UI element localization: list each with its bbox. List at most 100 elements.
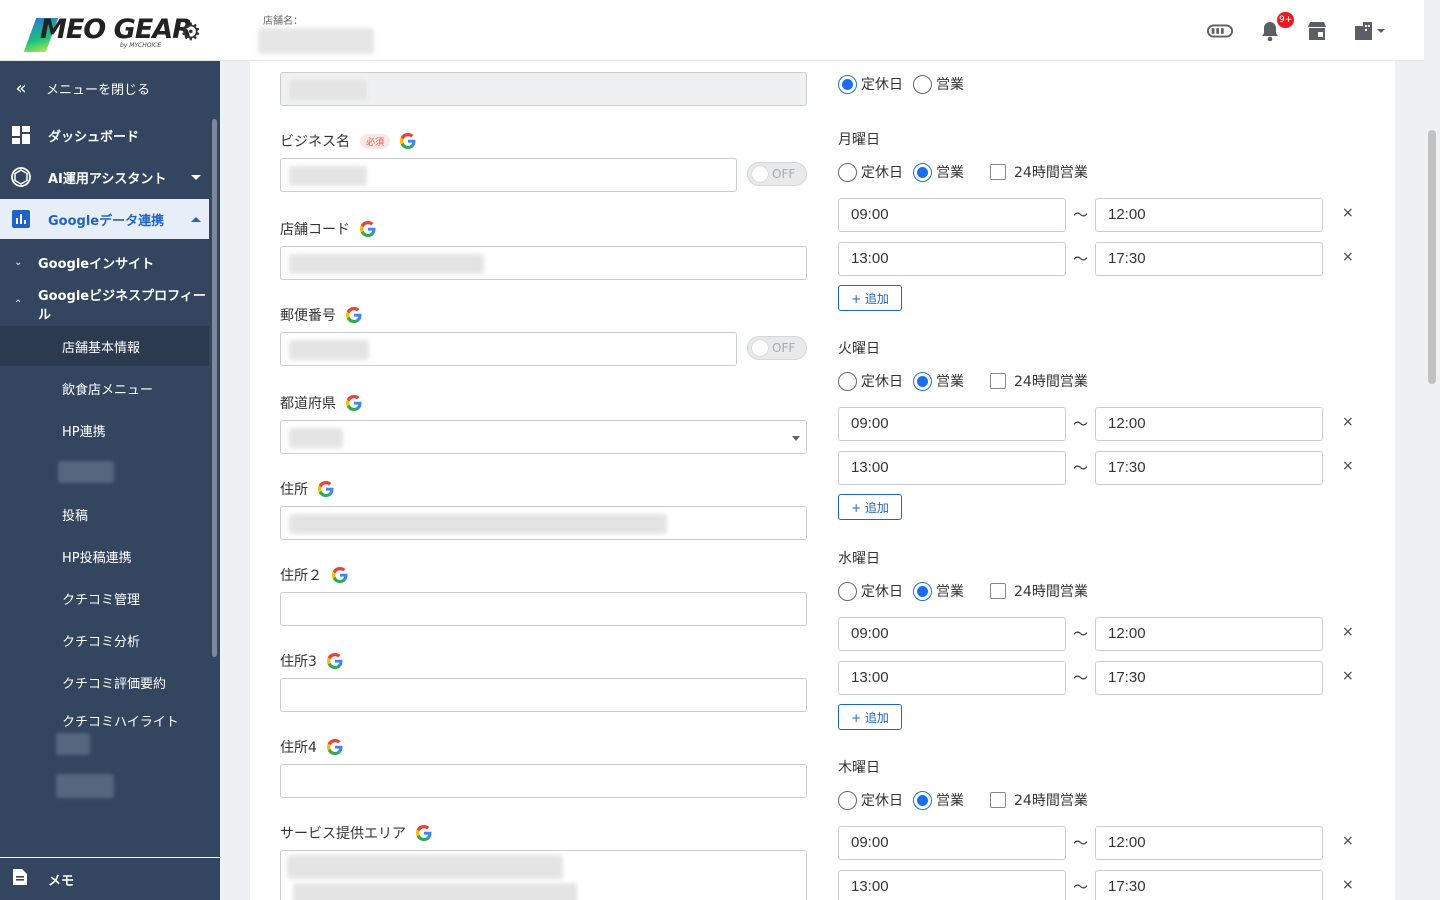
closed-radio[interactable] [838,74,857,94]
google-icon [332,567,348,583]
postal-code-input[interactable] [280,332,737,366]
sidebar-item-review-analysis[interactable]: クチコミ分析 [0,620,209,660]
sidebar-item-hp-link[interactable]: HP連携 [0,410,209,450]
open-option[interactable]: 営業 [913,581,964,601]
closed-option[interactable]: 定休日 [838,162,903,182]
closed-radio[interactable] [838,790,857,810]
address-label: 住所 [280,479,334,499]
remove-slot-icon[interactable]: × [1342,668,1354,684]
address4-input[interactable] [280,764,807,798]
close-time-input[interactable]: 12:00 [1095,407,1323,441]
open-time-input[interactable]: 13:00 [838,242,1066,276]
address-input[interactable] [280,506,807,540]
business-name-toggle[interactable]: OFF [747,162,807,186]
all-day-checkbox[interactable] [990,373,1006,389]
sidebar-item-google-business-profile[interactable]: ⌃ Googleビジネスプロフィール [0,284,209,324]
closed-option[interactable]: 定休日 [838,581,903,601]
close-time-input[interactable]: 12:00 [1095,826,1323,860]
all-day-checkbox[interactable] [990,792,1006,808]
close-time-input[interactable]: 12:00 [1095,617,1323,651]
label-text: ビジネス名 [280,134,350,150]
closed-option[interactable]: 定休日 [838,790,903,810]
remove-slot-icon[interactable]: × [1342,833,1354,849]
sidebar-item-memo[interactable]: メモ [0,857,220,900]
open-time-input[interactable]: 09:00 [838,198,1066,232]
sidebar-item-google-data[interactable]: Googleデータ連携 [0,199,209,239]
close-time-input[interactable]: 17:30 [1095,451,1323,485]
remove-slot-icon[interactable]: × [1342,249,1354,265]
open-radio[interactable] [913,790,932,810]
address2-input[interactable] [280,592,807,626]
sidebar-item-hp-post-link[interactable]: HP投稿連携 [0,536,209,576]
open-time-input[interactable]: 13:00 [838,870,1066,900]
sidebar-item-posts[interactable]: 投稿 [0,494,209,534]
business-name-input[interactable] [280,158,737,192]
open-radio[interactable] [913,371,932,391]
sidebar-item-hidden[interactable] [58,461,114,483]
day-label: 水曜日 [838,551,880,567]
all-day-option[interactable]: 24時間営業 [990,790,1088,810]
sidebar-scrollbar[interactable] [212,119,217,657]
sidebar-item-review-management[interactable]: クチコミ管理 [0,578,209,618]
open-time-input[interactable]: 13:00 [838,451,1066,485]
remove-slot-icon[interactable]: × [1342,624,1354,640]
open-option[interactable]: 営業 [913,162,964,182]
all-day-checkbox[interactable] [990,164,1006,180]
closed-option[interactable]: 定休日 [838,74,903,94]
open-option[interactable]: 営業 [913,790,964,810]
open-radio[interactable] [913,74,932,94]
close-time-input[interactable]: 12:00 [1095,198,1323,232]
closed-radio[interactable] [838,162,857,182]
sidebar-item-hidden[interactable] [56,774,114,798]
sidebar-item-restaurant-menu[interactable]: 飲食店メニュー [0,368,209,408]
toggle-switch-icon[interactable] [1207,18,1233,44]
open-time-input[interactable]: 09:00 [838,617,1066,651]
all-day-option[interactable]: 24時間営業 [990,162,1088,182]
building-menu-icon[interactable] [1352,18,1388,44]
address3-input[interactable] [280,678,807,712]
add-slot-button[interactable]: + 追加 [838,285,902,311]
all-day-option[interactable]: 24時間営業 [990,581,1088,601]
all-day-checkbox[interactable] [990,583,1006,599]
sidebar-item-hidden[interactable] [56,733,90,755]
remove-slot-icon[interactable]: × [1342,205,1354,221]
sidebar-item-review-summary[interactable]: クチコミ評価要約 [0,662,209,702]
postal-code-toggle[interactable]: OFF [747,336,807,360]
all-day-option[interactable]: 24時間営業 [990,371,1088,391]
sidebar-item-review-highlight[interactable]: クチコミハイライト [0,700,209,740]
open-radio[interactable] [913,162,932,182]
store-code-input[interactable] [280,246,807,280]
open-time-input[interactable]: 13:00 [838,661,1066,695]
sidebar-item-google-insight[interactable]: ⌄ Googleインサイト [0,242,209,282]
closed-radio[interactable] [838,581,857,601]
meo-gear-logo[interactable]: MEO GEAR ⚙ by MYCHOICE [23,12,210,52]
remove-slot-icon[interactable]: × [1342,877,1354,893]
remove-slot-icon[interactable]: × [1342,414,1354,430]
open-time-input[interactable]: 09:00 [838,407,1066,441]
option-label: 営業 [936,77,964,93]
sidebar-item-dashboard[interactable]: ダッシュボード [0,115,209,155]
remove-slot-icon[interactable]: × [1342,458,1354,474]
closed-option[interactable]: 定休日 [838,371,903,391]
close-time-input[interactable]: 17:30 [1095,870,1323,900]
sidebar-item-ai-assistant[interactable]: AI運用アシスタント [0,157,209,197]
page-scrollbar[interactable] [1428,130,1436,384]
range-separator: 〜 [1073,459,1089,477]
close-time-input[interactable]: 17:30 [1095,661,1323,695]
close-time-input[interactable]: 17:30 [1095,242,1323,276]
add-slot-button[interactable]: + 追加 [838,494,902,520]
service-area-input[interactable] [280,850,807,900]
open-option[interactable]: 営業 [913,371,964,391]
prefecture-select[interactable] [280,420,807,454]
store-icon[interactable] [1304,18,1330,44]
option-label: 定休日 [861,584,903,600]
open-option[interactable]: 営業 [913,74,964,94]
open-time-input[interactable]: 09:00 [838,826,1066,860]
day-status-row: 定休日 営業 24時間営業 [838,162,1098,182]
sidebar-item-store-info[interactable]: 店舗基本情報 [0,326,209,366]
close-menu-button[interactable]: « メニューを閉じる [0,68,209,108]
open-radio[interactable] [913,581,932,601]
closed-radio[interactable] [838,371,857,391]
sidebar-item-label: メモ [48,873,75,889]
add-slot-button[interactable]: + 追加 [838,704,902,730]
